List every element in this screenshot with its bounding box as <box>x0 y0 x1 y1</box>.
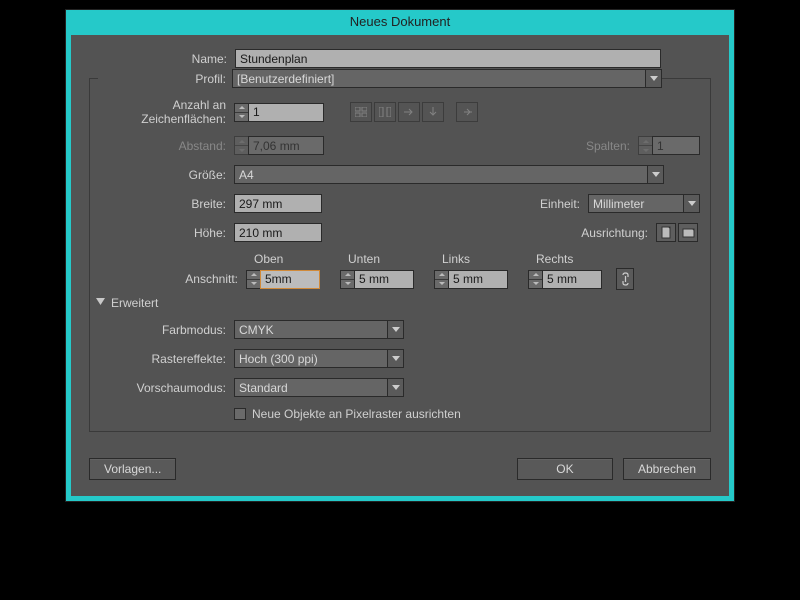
abstand-input <box>248 136 324 155</box>
breite-input[interactable] <box>234 194 322 213</box>
profil-select[interactable]: [Benutzerdefiniert] <box>232 69 662 88</box>
bleed-bottom-input[interactable] <box>354 270 414 289</box>
dialog-title: Neues Dokument <box>66 10 734 35</box>
farbmodus-value: CMYK <box>239 323 274 337</box>
bleed-header-bottom: Unten <box>348 252 422 266</box>
disclosure-triangle-icon <box>96 296 105 310</box>
groesse-label: Größe: <box>100 168 234 182</box>
bleed-header-left: Links <box>442 252 516 266</box>
pixel-align-checkbox[interactable] <box>234 408 246 420</box>
bleed-right-stepper[interactable] <box>528 270 602 289</box>
chevron-down-icon <box>683 195 699 212</box>
farbmodus-select[interactable]: CMYK <box>234 320 404 339</box>
bleed-bottom-stepper[interactable] <box>340 270 414 289</box>
raster-select[interactable]: Hoch (300 ppi) <box>234 349 404 368</box>
chevron-down-icon <box>647 166 663 183</box>
name-label: Name: <box>89 52 235 66</box>
vorschau-value: Standard <box>239 381 288 395</box>
arrange-down-icon[interactable] <box>422 102 444 122</box>
hoehe-label: Höhe: <box>100 226 234 240</box>
arrange-right-icon[interactable] <box>398 102 420 122</box>
farbmodus-label: Farbmodus: <box>100 323 234 337</box>
ausrichtung-label: Ausrichtung: <box>574 226 656 240</box>
dialog-body: Name: Profil: [Benutzerdefiniert] Anzahl… <box>71 35 729 444</box>
name-input[interactable] <box>235 49 661 68</box>
link-bleed-button[interactable] <box>616 268 634 290</box>
profil-value: [Benutzerdefiniert] <box>237 72 334 86</box>
chevron-down-icon <box>645 70 661 87</box>
groesse-select[interactable]: A4 <box>234 165 664 184</box>
bleed-top-input[interactable] <box>260 270 320 289</box>
ok-button[interactable]: OK <box>517 458 613 480</box>
spalten-input <box>652 136 700 155</box>
abstand-label: Abstand: <box>100 139 234 153</box>
einheit-value: Millimeter <box>593 197 644 211</box>
profil-label: Profil: <box>98 72 232 86</box>
breite-label: Breite: <box>100 197 234 211</box>
vorschau-label: Vorschaumodus: <box>100 381 234 395</box>
orientation-portrait-button[interactable] <box>656 223 676 242</box>
templates-button[interactable]: Vorlagen... <box>89 458 176 480</box>
main-panel: Profil: [Benutzerdefiniert] Anzahl an Ze… <box>89 78 711 432</box>
new-document-dialog: Neues Dokument Name: Profil: [Benutzerde… <box>66 10 734 501</box>
cancel-button[interactable]: Abbrechen <box>623 458 711 480</box>
advanced-section-toggle[interactable]: Erweitert <box>96 296 700 310</box>
raster-value: Hoch (300 ppi) <box>239 352 318 366</box>
arrange-rtl-icon[interactable] <box>456 102 478 122</box>
vorschau-select[interactable]: Standard <box>234 378 404 397</box>
anschnitt-label: Anschnitt: <box>100 272 246 286</box>
bleed-header-right: Rechts <box>536 252 610 266</box>
dialog-footer: Vorlagen... OK Abbrechen <box>71 444 729 496</box>
einheit-select[interactable]: Millimeter <box>588 194 700 213</box>
chevron-down-icon <box>387 379 403 396</box>
einheit-label: Einheit: <box>528 197 588 211</box>
orientation-landscape-button[interactable] <box>678 223 698 242</box>
chevron-down-icon <box>387 350 403 367</box>
bleed-left-stepper[interactable] <box>434 270 508 289</box>
spalten-stepper <box>638 136 700 155</box>
bleed-left-input[interactable] <box>448 270 508 289</box>
bleed-right-input[interactable] <box>542 270 602 289</box>
grid-row-icon[interactable] <box>350 102 372 122</box>
erweitert-label: Erweitert <box>111 296 158 310</box>
artboards-stepper[interactable] <box>234 103 324 122</box>
artboards-input[interactable] <box>248 103 324 122</box>
bleed-top-stepper[interactable] <box>246 270 320 289</box>
raster-label: Rastereffekte: <box>100 352 234 366</box>
pixel-align-label: Neue Objekte an Pixelraster ausrichten <box>252 407 461 421</box>
chevron-down-icon <box>387 321 403 338</box>
abstand-stepper <box>234 136 324 155</box>
spalten-label: Spalten: <box>578 139 638 153</box>
bleed-header-top: Oben <box>254 252 328 266</box>
grid-col-icon[interactable] <box>374 102 396 122</box>
artboards-label: Anzahl an Zeichenflächen: <box>100 98 234 126</box>
hoehe-input[interactable] <box>234 223 322 242</box>
groesse-value: A4 <box>239 168 254 182</box>
